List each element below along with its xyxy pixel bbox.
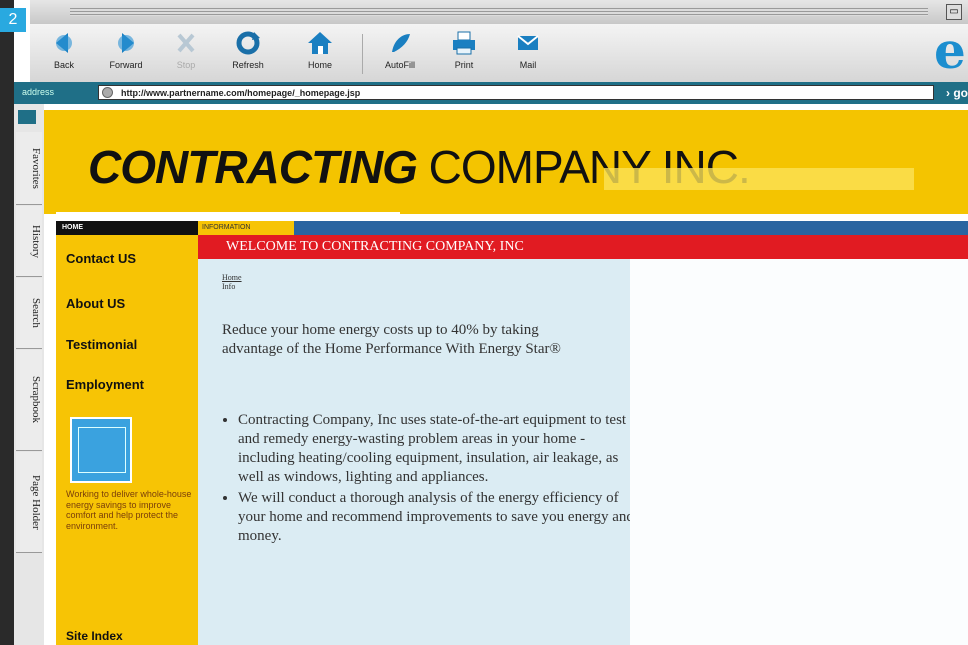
welcome-heading: WELCOME TO CONTRACTING COMPANY, INC <box>198 235 968 259</box>
zoom-box-icon[interactable]: ▭ <box>946 4 962 20</box>
refresh-icon <box>236 31 260 55</box>
explorer-bar: Favorites History Search Scrapbook Page … <box>14 104 45 645</box>
mail-label: Mail <box>519 60 537 70</box>
window-titlebar[interactable]: ▭ <box>30 0 968 25</box>
print-button[interactable]: Print <box>436 30 492 70</box>
refresh-label: Refresh <box>232 60 264 70</box>
autofill-icon <box>392 34 410 52</box>
energy-star-logo[interactable] <box>70 417 132 483</box>
sidebar-header: HOME <box>56 221 198 235</box>
refresh-button[interactable]: Refresh <box>220 30 276 70</box>
banner-divider <box>56 212 400 218</box>
tab-favorites[interactable]: Favorites <box>16 132 42 205</box>
home-label: Home <box>307 60 332 70</box>
toolbar-separator <box>362 34 363 74</box>
nav-testimonial[interactable]: Testimonial <box>56 337 198 352</box>
site-sidebar: HOME Contact US About US Testimonial Emp… <box>56 221 198 645</box>
forward-label: Forward <box>109 60 143 70</box>
back-button[interactable]: Back <box>36 30 92 70</box>
banner-highlight <box>604 168 914 190</box>
main-content: Home Info Reduce your home energy costs … <box>198 259 634 645</box>
tab-scrapbook[interactable]: Scrapbook <box>16 350 42 451</box>
breadcrumb-info: Info <box>222 282 236 291</box>
go-label: go <box>953 86 968 100</box>
mail-button[interactable]: Mail <box>500 30 556 70</box>
stop-label: Stop <box>176 60 196 70</box>
print-label: Print <box>454 60 474 70</box>
forward-button[interactable]: Forward <box>98 30 154 70</box>
autofill-label: AutoFill <box>384 60 415 70</box>
nav-contact-us[interactable]: Contact US <box>56 251 198 266</box>
web-page: CONTRACTING COMPANY INC. HOME Contact US… <box>44 104 968 645</box>
faded-text-placeholder <box>666 421 876 440</box>
explorer-toggle-icon[interactable] <box>18 110 36 124</box>
intro-text: Reduce your home energy costs up to 40% … <box>222 322 561 357</box>
print-icon <box>453 31 475 55</box>
energy-star-mark-icon <box>78 427 126 473</box>
tab-page-holder[interactable]: Page Holder <box>16 452 42 553</box>
browser-toolbar: Back Forward Stop Refresh Home AutoFill … <box>30 24 968 83</box>
address-label: address <box>22 87 55 97</box>
nav-about-us[interactable]: About US <box>56 296 198 311</box>
tab-history[interactable]: History <box>16 206 42 277</box>
breadcrumb-home[interactable]: Home <box>222 273 242 282</box>
back-arrow-icon <box>56 33 72 53</box>
sidebar-blurb: Working to deliver whole-house energy sa… <box>66 489 192 531</box>
site-index-link[interactable]: Site Index <box>66 629 123 643</box>
home-button[interactable]: Home <box>292 30 348 70</box>
breadcrumb: Home Info <box>222 273 242 291</box>
titlebar-stripes <box>70 8 928 16</box>
go-button[interactable]: › go <box>946 86 968 100</box>
information-bar <box>294 221 968 235</box>
home-icon <box>308 32 332 54</box>
back-label: Back <box>53 60 74 70</box>
browser-logo-icon: e <box>934 21 966 80</box>
nav-employment[interactable]: Employment <box>56 377 198 392</box>
url-input[interactable]: http://www.partnername.com/homepage/_hom… <box>98 85 934 100</box>
list-item: Contracting Company, Inc uses state-of-t… <box>238 411 638 487</box>
stop-icon <box>177 33 195 53</box>
address-bar: address http://www.partnername.com/homep… <box>14 82 968 104</box>
forward-arrow-icon <box>118 33 134 53</box>
information-tab[interactable]: INFORMATION <box>198 221 294 235</box>
mail-icon <box>517 35 539 50</box>
list-item: We will conduct a thorough analysis of t… <box>238 489 638 546</box>
autofill-button[interactable]: AutoFill <box>372 30 428 70</box>
window-frame-left <box>0 0 14 645</box>
logo-bold: CONTRACTING <box>88 141 418 193</box>
site-banner: CONTRACTING COMPANY INC. <box>44 110 968 214</box>
page-globe-icon <box>102 87 113 98</box>
tab-search[interactable]: Search <box>16 278 42 349</box>
right-pane <box>630 259 968 645</box>
step-badge: 2 <box>0 8 26 32</box>
stop-button[interactable]: Stop <box>158 30 214 70</box>
feature-list: Contracting Company, Inc uses state-of-t… <box>216 411 638 548</box>
